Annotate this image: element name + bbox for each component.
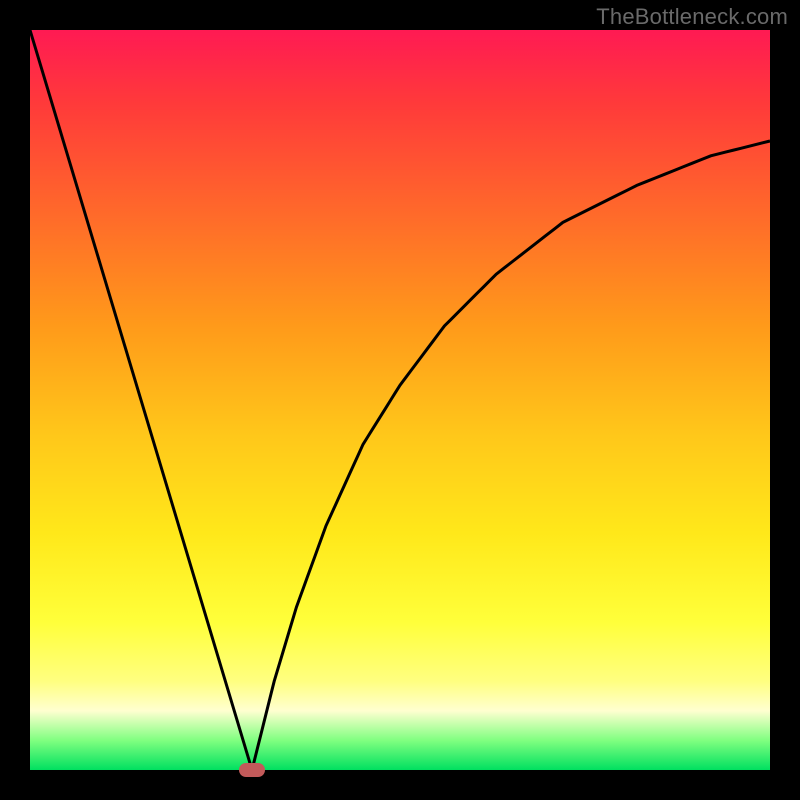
min-marker bbox=[239, 763, 265, 777]
curve-right-branch bbox=[252, 141, 770, 770]
curve-left-branch bbox=[30, 30, 252, 770]
curve-layer bbox=[30, 30, 770, 770]
chart-frame: TheBottleneck.com bbox=[0, 0, 800, 800]
watermark-text: TheBottleneck.com bbox=[596, 4, 788, 30]
